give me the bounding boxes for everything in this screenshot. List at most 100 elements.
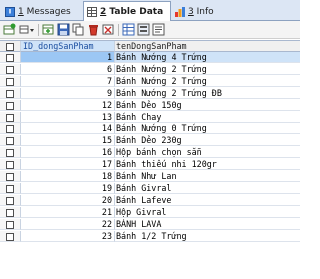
cell-name[interactable]: Bánh Nướng 2 Trứng <box>115 76 300 87</box>
row-checkbox[interactable] <box>6 65 14 74</box>
row-checkbox-cell[interactable] <box>0 159 21 171</box>
table-row[interactable]: 6 Bánh Nướng 2 Trứng <box>0 63 300 75</box>
table-row[interactable]: 16 Hộp bánh chọn sẵn <box>0 147 300 159</box>
row-checkbox[interactable] <box>6 232 14 241</box>
row-checkbox-cell[interactable] <box>0 147 21 159</box>
row-checkbox-cell[interactable] <box>0 111 21 123</box>
cell-id[interactable]: 22 <box>21 218 115 230</box>
table-row[interactable]: 21 Hộp Givral <box>0 206 300 218</box>
cell-id[interactable]: 13 <box>21 111 115 123</box>
cell-id[interactable]: 9 <box>21 87 115 99</box>
table-row[interactable]: 14 Bánh Nướng 0 Trứng <box>0 123 300 135</box>
cell-id[interactable]: 17 <box>21 159 115 171</box>
cell-id[interactable]: 18 <box>21 171 115 182</box>
row-checkbox[interactable] <box>6 137 14 146</box>
tab-info-num: 3 <box>188 6 194 17</box>
row-checkbox-cell[interactable] <box>0 63 21 75</box>
row-checkbox[interactable] <box>6 89 14 98</box>
cell-name[interactable]: Hộp bánh chọn sẵn <box>115 147 300 159</box>
cell-id[interactable]: 19 <box>21 182 115 194</box>
table-row[interactable]: 13 Bánh Chay <box>0 111 300 123</box>
table-row[interactable]: 7 Bánh Nướng 2 Trứng <box>0 75 300 87</box>
table-row[interactable]: 18 Bánh Như Lan <box>0 171 300 182</box>
row-checkbox[interactable] <box>6 161 14 170</box>
row-checkbox[interactable] <box>6 184 14 193</box>
row-checkbox-cell[interactable] <box>0 75 21 87</box>
column-header-id[interactable]: ID_dongSanPham <box>21 41 115 52</box>
cell-name[interactable]: Bánh Nướng 2 Trứng <box>115 64 300 75</box>
cell-id[interactable]: 14 <box>21 123 115 135</box>
cell-id[interactable]: 23 <box>21 230 115 242</box>
table-row[interactable]: 15 Bánh Dẻo 230g <box>0 135 300 147</box>
cell-name[interactable]: BÁNH LAVA <box>115 219 300 230</box>
row-checkbox[interactable] <box>6 77 14 86</box>
cell-name[interactable]: Bánh Dẻo 150g <box>115 100 300 111</box>
table-row[interactable]: 20 Bánh Lafeve <box>0 194 300 206</box>
row-checkbox-cell[interactable] <box>0 206 21 218</box>
cell-id[interactable]: 7 <box>21 75 115 87</box>
row-checkbox-cell[interactable] <box>0 99 21 111</box>
table-row[interactable]: 1 Bánh Nướng 4 Trứng <box>0 52 300 63</box>
row-checkbox-cell[interactable] <box>0 135 21 147</box>
table-toolbar <box>0 21 300 39</box>
row-checkbox-cell[interactable] <box>0 52 21 63</box>
cancel-icon[interactable] <box>102 23 115 36</box>
cell-name[interactable]: Bánh 1/2 Trứng <box>115 231 300 242</box>
cell-id[interactable]: 1 <box>21 52 115 63</box>
row-checkbox-cell[interactable] <box>0 230 21 242</box>
cell-id[interactable]: 15 <box>21 135 115 147</box>
tab-table-data[interactable]: 2 Table Data <box>83 1 171 21</box>
cell-id[interactable]: 16 <box>21 147 115 159</box>
tab-messages[interactable]: 1 Messages <box>2 2 80 21</box>
text-view-icon[interactable] <box>152 23 165 36</box>
cell-name[interactable]: Bánh Dẻo 230g <box>115 135 300 147</box>
row-checkbox-cell[interactable] <box>0 123 21 135</box>
row-checkbox-cell[interactable] <box>0 171 21 182</box>
cell-id[interactable]: 12 <box>21 99 115 111</box>
row-checkbox-cell[interactable] <box>0 194 21 206</box>
select-all-cell[interactable] <box>0 41 21 52</box>
delete-icon[interactable] <box>87 23 100 36</box>
grid-view-icon[interactable] <box>122 23 135 36</box>
copy-icon[interactable] <box>72 23 85 36</box>
save-icon[interactable] <box>57 23 70 36</box>
cell-name[interactable]: Hộp Givral <box>115 207 300 218</box>
cell-name[interactable]: Bánh Nướng 2 Trứng ĐB <box>115 88 300 99</box>
data-grid: ID_dongSanPham tenDongSanPham 1 Bánh Nướn… <box>0 40 300 279</box>
add-row-icon[interactable] <box>42 23 55 36</box>
row-checkbox[interactable] <box>6 208 14 217</box>
cell-name[interactable]: Bánh Lafeve <box>115 195 300 206</box>
cell-id[interactable]: 21 <box>21 206 115 218</box>
row-checkbox-cell[interactable] <box>0 87 21 99</box>
form-view-icon[interactable] <box>137 23 150 36</box>
cell-name[interactable]: Bánh Nướng 4 Trứng <box>115 52 300 63</box>
row-checkbox[interactable] <box>6 173 14 181</box>
row-checkbox-cell[interactable] <box>0 218 21 230</box>
cell-id[interactable]: 6 <box>21 63 115 75</box>
column-header-name[interactable]: tenDongSanPham <box>115 41 300 52</box>
cell-name[interactable]: Bánh Nướng 0 Trứng <box>115 123 300 135</box>
table-row[interactable]: 17 Bánh thiếu nhi 120gr <box>0 159 300 171</box>
table-row[interactable]: 22 BÁNH LAVA <box>0 218 300 230</box>
table-row[interactable]: 9 Bánh Nướng 2 Trứng ĐB <box>0 87 300 99</box>
table-row[interactable]: 19 Bánh Givral <box>0 182 300 194</box>
table-row[interactable]: 12 Bánh Dẻo 150g <box>0 99 300 111</box>
row-checkbox[interactable] <box>6 196 14 205</box>
row-checkbox[interactable] <box>6 149 14 158</box>
cell-id[interactable]: 20 <box>21 194 115 206</box>
new-row-icon[interactable] <box>3 23 16 36</box>
table-row[interactable]: 23 Bánh 1/2 Trứng <box>0 230 300 242</box>
cell-name[interactable]: Bánh Như Lan <box>115 171 300 182</box>
dropdown-icon[interactable] <box>19 23 35 36</box>
cell-name[interactable]: Bánh Chay <box>115 112 300 123</box>
row-checkbox[interactable] <box>6 101 14 110</box>
row-checkbox[interactable] <box>6 220 14 229</box>
cell-name[interactable]: Bánh Givral <box>115 183 300 194</box>
row-checkbox[interactable] <box>6 113 14 122</box>
row-checkbox[interactable] <box>6 54 14 62</box>
select-all-checkbox[interactable] <box>6 43 14 51</box>
row-checkbox-cell[interactable] <box>0 182 21 194</box>
cell-name[interactable]: Bánh thiếu nhi 120gr <box>115 159 300 171</box>
row-checkbox[interactable] <box>6 125 14 134</box>
tab-info[interactable]: 3 Info <box>172 2 222 21</box>
